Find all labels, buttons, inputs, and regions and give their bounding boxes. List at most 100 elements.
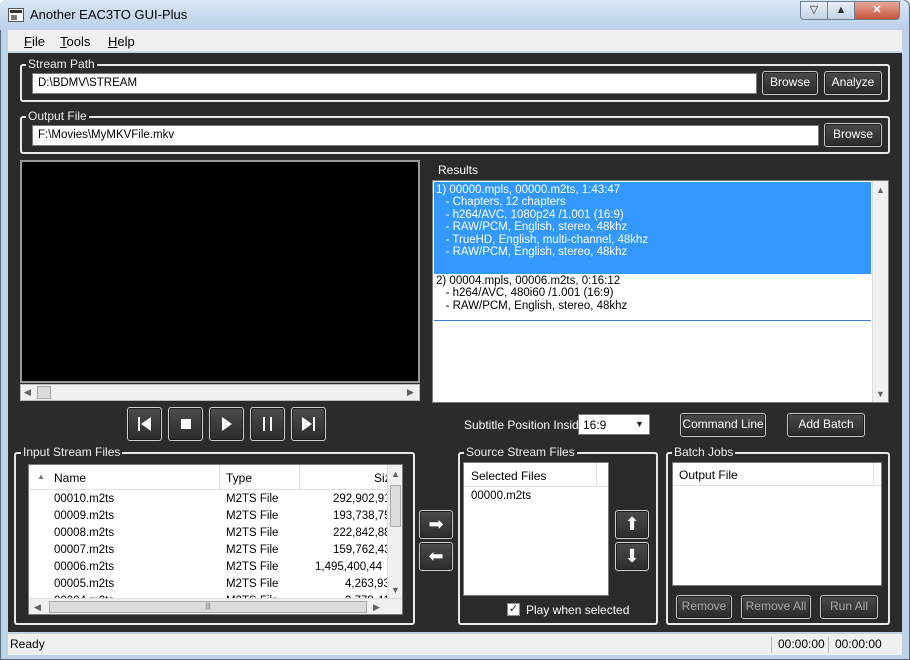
column-output-file[interactable]: Output File [679, 468, 738, 482]
status-divider [771, 637, 772, 653]
input-files-hscrollbar[interactable]: ◀ ||| ▶ [29, 598, 402, 614]
subtitle-position-value: 16:9 [583, 418, 607, 432]
menu-file[interactable]: File [24, 34, 45, 49]
scroll-down-icon[interactable]: ▼ [391, 585, 400, 595]
cell-name: 00008.m2ts [54, 527, 115, 539]
batch-jobs-header: Output File [673, 463, 881, 486]
video-scrollbar[interactable]: ◀ ▶ [20, 384, 420, 401]
move-up-button[interactable]: ⬆ [615, 510, 649, 539]
column-selected-files[interactable]: Selected Files [471, 469, 546, 483]
cell-type: M2TS File [226, 527, 279, 539]
result-line: - Chapters, 12 chapters [436, 196, 566, 209]
column-name[interactable]: Name [54, 471, 86, 485]
input-files-scroll-thumb[interactable] [390, 485, 401, 527]
scroll-left-icon[interactable]: ◀ [24, 387, 31, 398]
minimize-button[interactable]: ▽ [800, 1, 828, 20]
remove-all-button[interactable]: Remove All [741, 595, 811, 619]
stream-path-label: Stream Path [26, 57, 97, 71]
arrow-down-icon: ⬇ [624, 546, 640, 566]
result-line: - h264/AVC, 480i60 /1.001 (16:9) [436, 287, 614, 300]
cell-size: 4,263,93 [345, 578, 390, 590]
cell-size: 292,902,91 [333, 493, 391, 505]
pause-icon [263, 417, 272, 431]
list-item[interactable]: 00000.m2ts [471, 490, 531, 502]
scroll-up-icon[interactable]: ▲ [391, 469, 400, 479]
batch-jobs-label: Batch Jobs [672, 445, 736, 459]
cell-type: M2TS File [226, 561, 279, 573]
scroll-left-icon[interactable]: ◀ [34, 602, 41, 613]
stop-icon [181, 419, 191, 429]
checkmark-icon: ✓ [508, 603, 519, 615]
cell-type: M2TS File [226, 493, 279, 505]
result-line: 1) 00000.mpls, 00000.m2ts, 1:43:47 [436, 184, 621, 196]
table-row[interactable]: 00010.m2ts M2TS File 292,902,91 [29, 492, 391, 509]
cell-size: 222,842,88 [333, 527, 391, 539]
skip-forward-icon [302, 417, 315, 431]
input-files-vscrollbar[interactable]: ▲ ▼ [387, 465, 402, 598]
play-when-selected-checkbox[interactable]: ✓ [507, 603, 520, 616]
input-files-list[interactable]: ▲ Name Type Size 00010.m2ts M2TS File 29… [28, 464, 403, 615]
subtitle-position-select[interactable]: 16:9 ▼ [578, 414, 650, 435]
cell-type: M2TS File [226, 510, 279, 522]
input-files-hscroll-thumb[interactable]: ||| [49, 601, 367, 613]
remove-button[interactable]: Remove [676, 595, 732, 619]
menu-tools[interactable]: Tools [60, 34, 90, 49]
output-browse-button[interactable]: Browse [824, 123, 882, 147]
menu-help[interactable]: Help [108, 34, 135, 49]
table-row[interactable]: 00006.m2ts M2TS File 1,495,400,44 [29, 560, 387, 577]
result-item[interactable]: 1) 00000.mpls, 00000.m2ts, 1:43:47 - Cha… [434, 182, 871, 274]
status-elapsed: 00:00:00 [778, 637, 825, 651]
play-button[interactable] [209, 407, 244, 441]
play-icon [222, 417, 232, 431]
menu-bar: File Tools Help [8, 30, 902, 52]
video-scroll-thumb[interactable] [37, 386, 51, 399]
close-button[interactable]: ✕ [854, 1, 900, 20]
selected-files-list[interactable]: Selected Files 00000.m2ts [463, 462, 609, 596]
results-label: Results [438, 163, 479, 177]
skip-back-icon [138, 417, 151, 431]
command-line-button[interactable]: Command Line [680, 413, 766, 437]
move-down-button[interactable]: ⬇ [615, 542, 649, 571]
column-divider [299, 465, 300, 490]
column-divider [873, 463, 874, 486]
status-bar: Ready 00:00:00 00:00:00 [8, 633, 902, 655]
scroll-right-icon[interactable]: ▶ [373, 602, 380, 613]
subtitle-position-label: Subtitle Position Inside [464, 418, 586, 432]
batch-jobs-list[interactable]: Output File [672, 462, 882, 586]
skip-back-button[interactable] [127, 407, 162, 441]
result-line: - TrueHD, English, multi-channel, 48khz [436, 233, 649, 246]
stream-path-input[interactable]: D:\BDMV\STREAM [32, 73, 757, 94]
column-type[interactable]: Type [226, 471, 252, 485]
result-line: - RAW/PCM, English, stereo, 48khz [436, 221, 628, 234]
window-title: Another EAC3TO GUI-Plus [30, 7, 188, 22]
table-row[interactable]: 00009.m2ts M2TS File 193,738,75 [29, 509, 391, 526]
table-row[interactable]: 00008.m2ts M2TS File 222,842,88 [29, 526, 391, 543]
add-batch-button[interactable]: Add Batch [787, 413, 865, 437]
analyze-button[interactable]: Analyze [824, 71, 882, 95]
maximize-button[interactable]: ▲ [827, 1, 855, 20]
status-divider [828, 637, 829, 653]
results-scrollbar[interactable]: ▲ ▼ [872, 181, 888, 402]
video-preview[interactable] [20, 160, 420, 383]
arrow-up-icon: ⬆ [624, 514, 640, 534]
results-list[interactable]: 1) 00000.mpls, 00000.m2ts, 1:43:47 - Cha… [432, 180, 889, 403]
table-row[interactable]: 00005.m2ts M2TS File 4,263,93 [29, 577, 390, 594]
cell-size: 1,495,400,44 [315, 561, 383, 573]
stream-browse-button[interactable]: Browse [762, 71, 818, 95]
pause-button[interactable] [250, 407, 285, 441]
play-when-selected-label: Play when selected [526, 603, 630, 617]
selected-files-header: Selected Files [464, 463, 608, 487]
scroll-down-icon[interactable]: ▼ [876, 389, 885, 399]
stop-button[interactable] [168, 407, 203, 441]
table-row[interactable]: 00007.m2ts M2TS File 159,762,43 [29, 543, 391, 560]
run-all-button[interactable]: Run All [820, 595, 878, 619]
cell-size: 159,762,43 [333, 544, 391, 556]
scroll-right-icon[interactable]: ▶ [407, 387, 414, 398]
remove-from-source-button[interactable]: ⬅ [419, 542, 453, 571]
output-file-input[interactable]: F:\Movies\MyMKVFile.mkv [32, 125, 819, 146]
cell-name: 00006.m2ts [54, 561, 115, 573]
add-to-source-button[interactable]: ➡ [419, 510, 453, 539]
scroll-up-icon[interactable]: ▲ [876, 185, 885, 195]
result-item[interactable]: 2) 00004.mpls, 00006.m2ts, 0:16:12 - h26… [434, 273, 871, 321]
skip-forward-button[interactable] [291, 407, 326, 441]
